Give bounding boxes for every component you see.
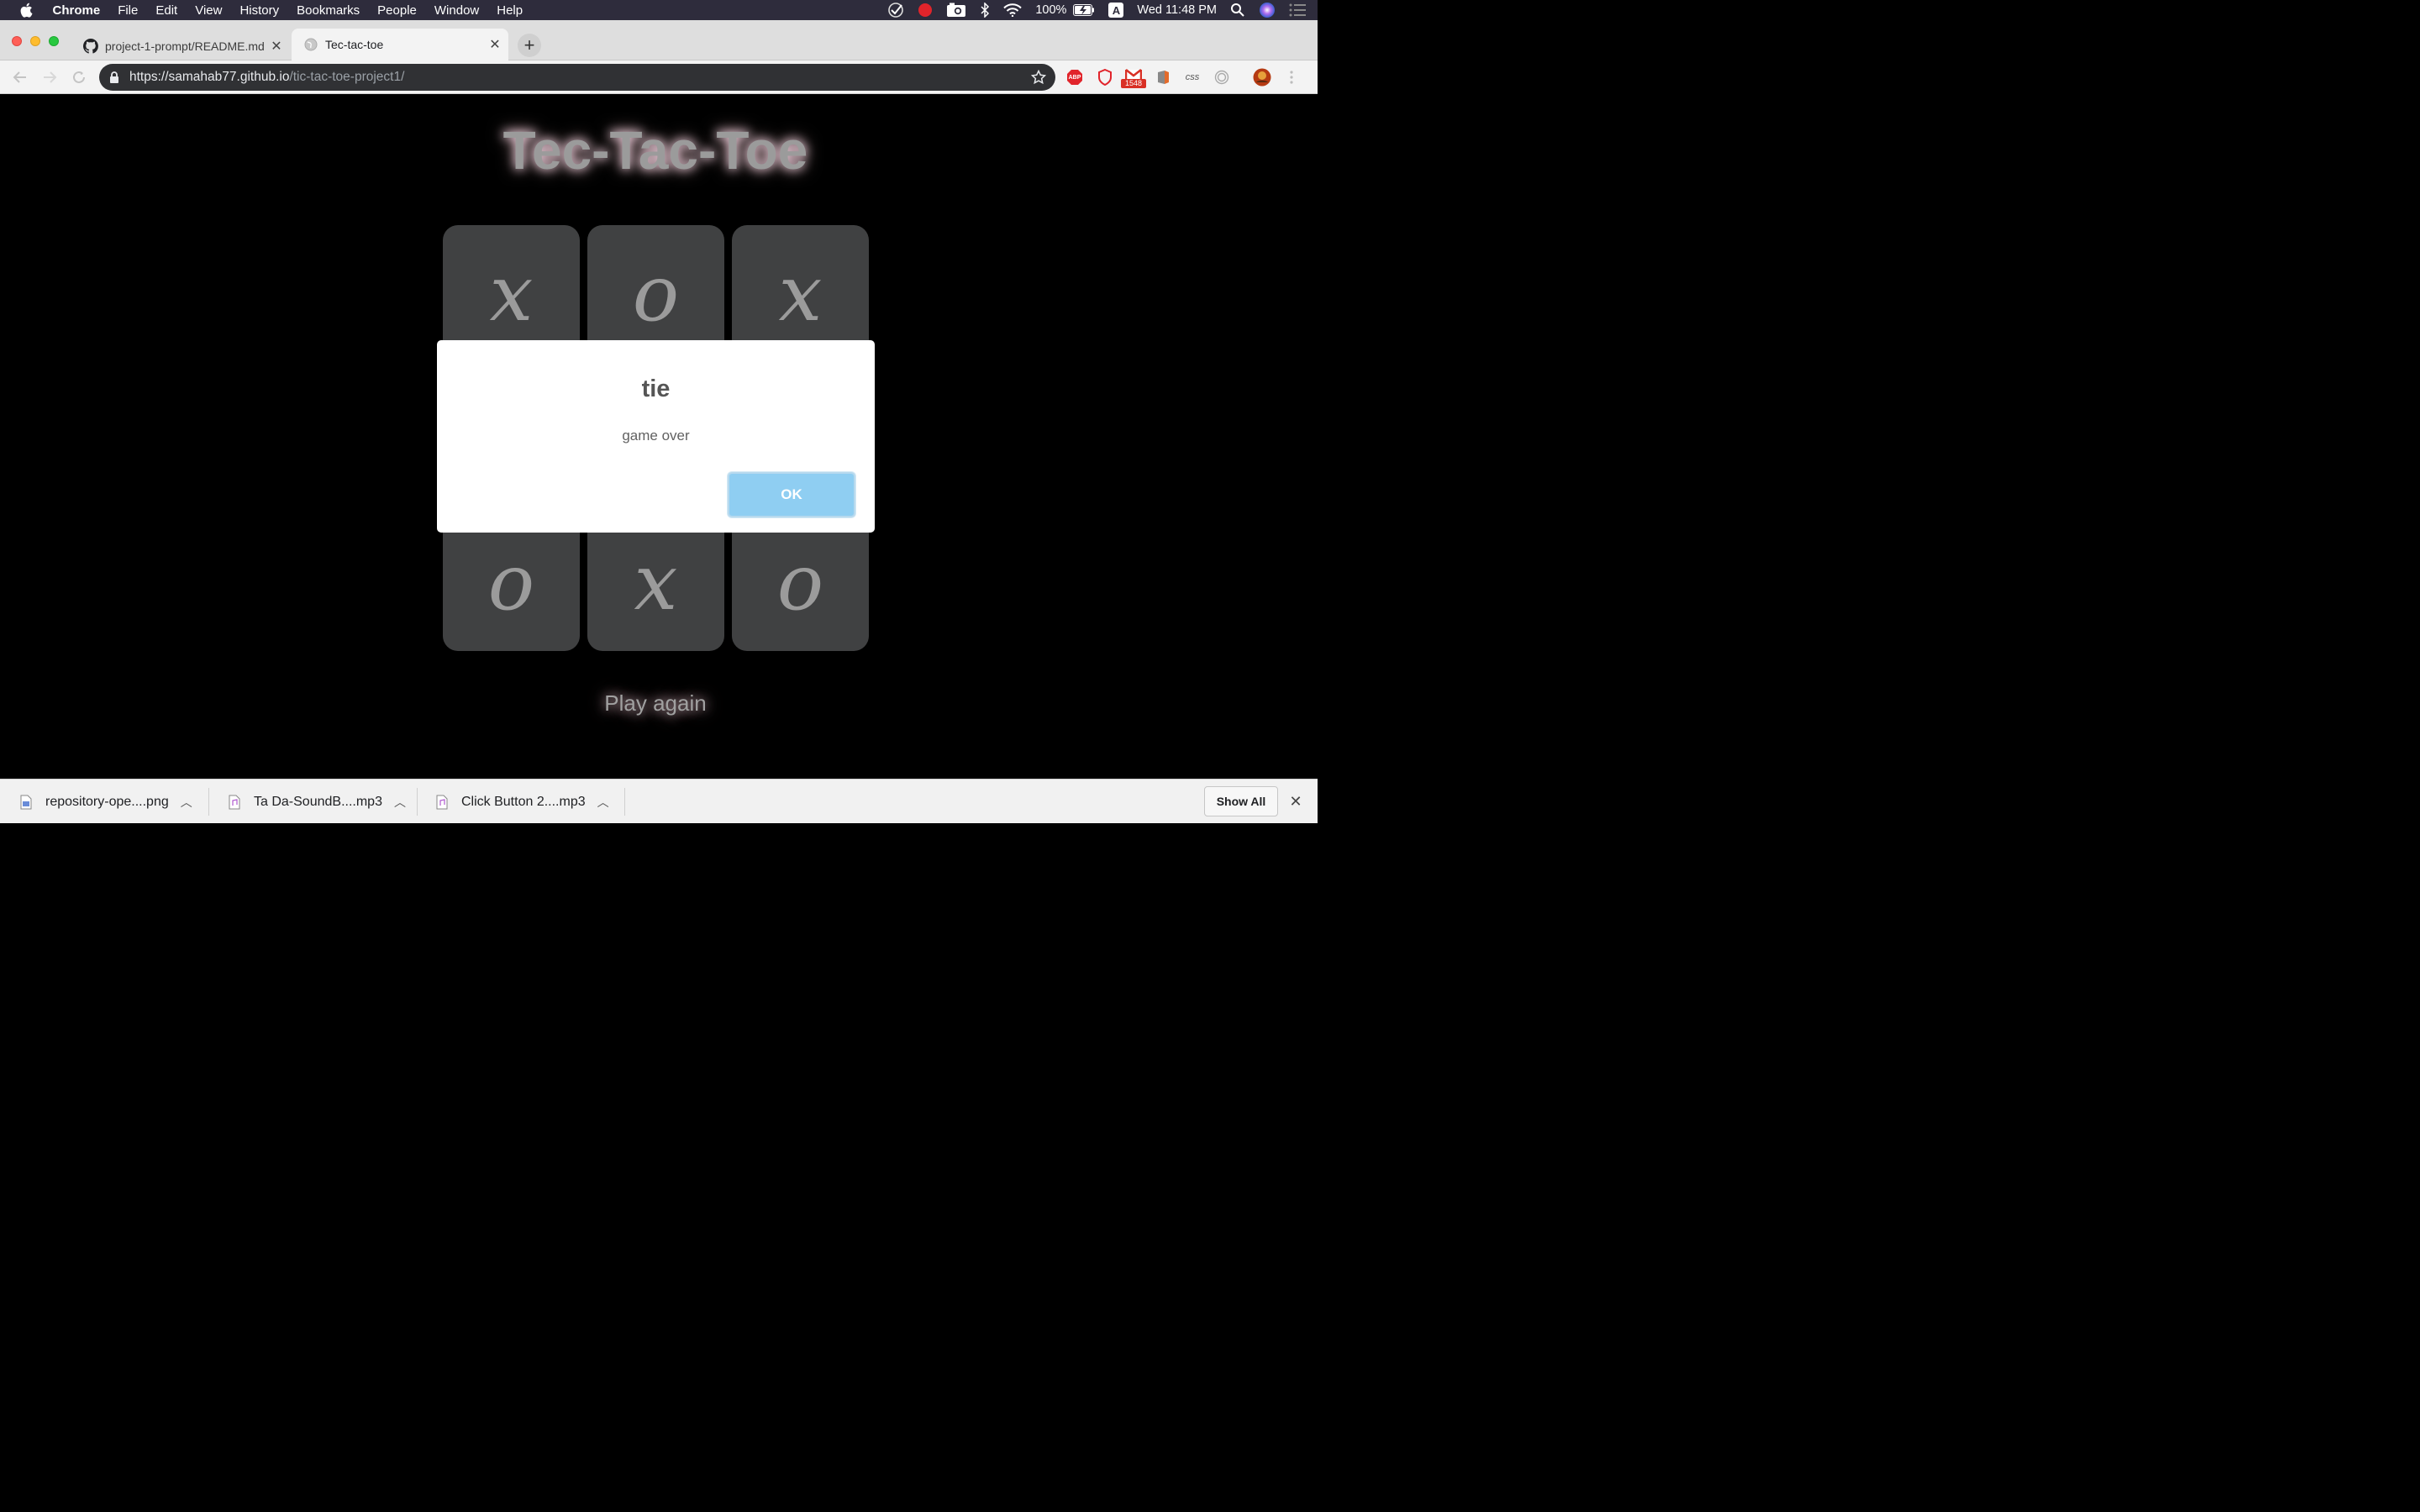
close-shelf-icon[interactable]: ✕ (1287, 791, 1304, 811)
plus-icon: + (523, 34, 535, 55)
new-tab-button[interactable]: + (518, 34, 541, 57)
image-file-icon (20, 795, 32, 809)
lock-icon[interactable] (109, 71, 121, 83)
css-extension-label: css (1185, 72, 1200, 82)
bluetooth-icon[interactable] (980, 3, 990, 18)
screen: Chrome File Edit View History Bookmarks … (0, 0, 1318, 823)
page-viewport: Tec-Tac-Toe x o x o x o Play again tie g… (0, 94, 1318, 779)
window-close-button[interactable] (12, 36, 22, 46)
profile-avatar[interactable] (1252, 68, 1272, 87)
siri-icon[interactable] (1259, 2, 1276, 18)
window-zoom-button[interactable] (49, 36, 59, 46)
menu-people[interactable]: People (369, 3, 426, 18)
menu-app-name[interactable]: Chrome (44, 3, 109, 18)
tab-tec-tac-toe-close-icon[interactable]: ✕ (487, 36, 503, 53)
menu-view[interactable]: View (187, 3, 231, 18)
alert-dialog: tie game over OK (437, 340, 875, 533)
spotlight-search-icon[interactable] (1230, 3, 1245, 18)
chevron-up-icon[interactable]: ︿ (181, 794, 192, 811)
battery-percent: 100% (1035, 3, 1067, 17)
input-source-icon[interactable]: A (1108, 3, 1124, 18)
download-item-name: Click Button 2....mp3 (461, 794, 586, 809)
globe-icon (303, 37, 318, 52)
css-extension-icon[interactable]: css (1181, 68, 1203, 87)
menu-edit[interactable]: Edit (147, 3, 187, 18)
tab-readme[interactable]: project-1-prompt/README.md ✕ (71, 30, 290, 62)
camera-icon[interactable] (946, 3, 966, 18)
bookmark-star-icon[interactable] (1030, 69, 1047, 86)
menu-help[interactable]: Help (488, 3, 532, 18)
download-separator (208, 788, 209, 816)
tab-tec-tac-toe-title: Tec-tac-toe (325, 38, 384, 51)
forward-button[interactable] (39, 67, 60, 87)
download-item-name: repository-ope....png (45, 794, 169, 809)
adblock-extension-icon[interactable]: ABP (1065, 68, 1084, 87)
record-icon[interactable] (918, 3, 933, 18)
download-separator (624, 788, 625, 816)
download-separator (417, 788, 418, 816)
chevron-up-icon[interactable]: ︿ (597, 794, 609, 811)
apple-logo-icon[interactable] (18, 3, 34, 18)
fingerprint-extension-icon[interactable] (1213, 68, 1231, 87)
menubar-status-area: 100% A Wed 11:48 PM (881, 0, 1318, 20)
checkmark-circle-icon[interactable] (887, 2, 904, 18)
menu-window[interactable]: Window (425, 3, 487, 18)
chrome-menu-icon[interactable] (1284, 68, 1299, 87)
url-host: https://samahab77.github.io (129, 70, 290, 84)
adblock-label: ABP (1068, 74, 1081, 81)
menubar-clock[interactable]: Wed 11:48 PM (1137, 3, 1217, 17)
gmail-unread-badge: 1548 (1121, 79, 1146, 88)
gmail-extension-icon[interactable]: 1548 (1121, 68, 1146, 88)
download-item-name: Ta Da-SoundB....mp3 (254, 794, 382, 809)
dialog-title: tie (641, 375, 671, 402)
downloads-shelf: repository-ope....png ︿ Ta Da-SoundB....… (0, 779, 1318, 823)
dialog-message: game over (622, 428, 690, 444)
battery-charging-icon[interactable] (1073, 4, 1095, 16)
browser-toolbar: https://samahab77.github.io/tic-tac-toe-… (0, 60, 1318, 94)
audio-file-icon (229, 795, 240, 809)
wifi-icon[interactable] (1003, 3, 1023, 17)
office-extension-icon[interactable] (1155, 68, 1171, 87)
download-item[interactable]: repository-ope....png ︿ (20, 780, 192, 824)
tab-tec-tac-toe[interactable]: Tec-tac-toe ✕ (292, 29, 508, 60)
menu-bookmarks[interactable]: Bookmarks (288, 3, 369, 18)
shield-extension-icon[interactable] (1096, 68, 1114, 87)
menu-history[interactable]: History (231, 3, 288, 18)
download-item[interactable]: Ta Da-SoundB....mp3 ︿ (229, 780, 406, 824)
show-all-downloads-button[interactable]: Show All (1204, 786, 1278, 816)
chevron-up-icon[interactable]: ︿ (394, 794, 406, 811)
github-icon (83, 39, 98, 54)
window-minimize-button[interactable] (30, 36, 40, 46)
tab-readme-close-icon[interactable]: ✕ (268, 38, 285, 55)
tab-readme-title: project-1-prompt/README.md (105, 39, 265, 53)
address-bar[interactable]: https://samahab77.github.io/tic-tac-toe-… (99, 64, 1055, 91)
macos-menu-bar: Chrome File Edit View History Bookmarks … (0, 0, 1318, 20)
url-path: /tic-tac-toe-project1/ (289, 70, 405, 84)
notification-center-icon[interactable] (1289, 3, 1306, 17)
download-item[interactable]: Click Button 2....mp3 ︿ (436, 780, 609, 824)
ok-button[interactable]: OK (728, 472, 855, 517)
back-button[interactable] (10, 67, 30, 87)
reload-button[interactable] (69, 67, 89, 87)
audio-file-icon (436, 795, 448, 809)
menu-file[interactable]: File (109, 3, 147, 18)
